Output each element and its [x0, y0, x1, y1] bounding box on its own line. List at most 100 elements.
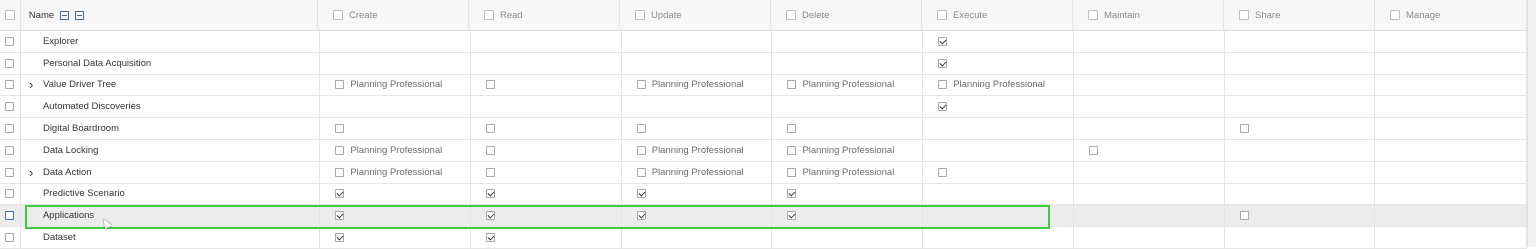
permission-checkbox[interactable]: [335, 211, 345, 221]
permission-cell-execute: [923, 161, 1074, 183]
permission-checkbox[interactable]: [787, 124, 797, 134]
row-select-cell: [0, 161, 21, 183]
permission-label: Planning Professional: [802, 166, 895, 178]
select-all-checkbox[interactable]: [4, 10, 15, 20]
table-row[interactable]: Personal Data Acquisition: [0, 52, 1527, 75]
permission-checkbox[interactable]: [636, 124, 646, 134]
permission-checkbox[interactable]: [636, 211, 646, 221]
collapse-all-icon[interactable]: [75, 10, 85, 20]
permission-checkbox[interactable]: [938, 167, 948, 177]
permission-cell-delete: [772, 183, 924, 205]
permission-cell-read: [471, 52, 622, 74]
row-name-label: Data Locking: [42, 144, 99, 156]
permission-checkbox[interactable]: [486, 124, 496, 134]
table-row[interactable]: Dataset: [0, 227, 1527, 249]
permission-cell-update: [622, 118, 773, 139]
permission-checkbox[interactable]: [486, 80, 496, 90]
permission-cell-execute: [923, 96, 1074, 118]
permission-checkbox[interactable]: [1239, 124, 1249, 134]
permission-checkbox[interactable]: [335, 145, 345, 155]
column-checkbox-update[interactable]: [635, 10, 645, 20]
row-select-checkbox[interactable]: [5, 102, 15, 112]
permission-checkbox[interactable]: [486, 189, 496, 199]
permission-checkbox[interactable]: [1088, 145, 1098, 155]
row-name-cell: › Data Action: [21, 161, 321, 183]
permission-cell-delete: [772, 118, 924, 139]
permission-cell-maintain: [1074, 161, 1225, 183]
table-row[interactable]: Automated Discoveries: [0, 96, 1527, 119]
column-checkbox-execute[interactable]: [937, 10, 947, 20]
permission-checkbox[interactable]: [486, 167, 496, 177]
permission-cell-manage: [1375, 205, 1527, 227]
row-select-checkbox[interactable]: [5, 233, 15, 243]
row-select-checkbox[interactable]: [5, 58, 15, 68]
column-checkbox-share[interactable]: [1239, 10, 1249, 20]
permission-cell-maintain: [1074, 96, 1225, 118]
permission-cell-delete: [772, 96, 924, 118]
row-select-checkbox[interactable]: [5, 211, 15, 221]
table-row[interactable]: › Value Driver Tree Planning Professional P…: [0, 74, 1527, 97]
permission-cell-delete: [772, 52, 924, 74]
permission-cell-execute: [923, 205, 1074, 227]
row-select-checkbox[interactable]: [5, 145, 15, 155]
permission-checkbox[interactable]: [486, 145, 496, 155]
column-checkbox-read[interactable]: [484, 10, 494, 20]
permission-cell-manage: [1375, 74, 1527, 96]
row-select-checkbox[interactable]: [5, 124, 15, 134]
permission-checkbox[interactable]: [938, 36, 948, 46]
permission-checkbox[interactable]: [938, 58, 948, 68]
permission-checkbox[interactable]: [787, 211, 797, 221]
permission-checkbox[interactable]: [938, 102, 948, 112]
column-checkbox-delete[interactable]: [786, 10, 796, 20]
permission-checkbox[interactable]: [486, 211, 496, 221]
permission-cell-delete: [772, 227, 924, 248]
permission-checkbox[interactable]: [636, 189, 646, 199]
row-select-cell: [0, 227, 21, 248]
chevron-right-icon[interactable]: ›: [29, 77, 43, 92]
chevron-right-icon[interactable]: ›: [29, 165, 43, 180]
column-header-delete: Delete: [771, 0, 922, 30]
permission-cell-update: Planning Professional: [622, 74, 773, 96]
permission-checkbox[interactable]: [486, 233, 496, 243]
row-name-cell: Dataset: [21, 227, 321, 248]
table-row[interactable]: Applications: [0, 205, 1527, 228]
row-select-checkbox[interactable]: [5, 167, 15, 177]
permission-cell-share: [1225, 227, 1376, 248]
permission-checkbox[interactable]: [636, 145, 646, 155]
permission-checkbox[interactable]: [787, 167, 797, 177]
permission-checkbox[interactable]: [787, 80, 797, 90]
permission-checkbox[interactable]: [787, 189, 797, 199]
table-row[interactable]: Data Locking Planning Professional Plannin…: [0, 139, 1527, 162]
permission-checkbox[interactable]: [335, 124, 345, 134]
permission-checkbox[interactable]: [636, 167, 646, 177]
row-select-checkbox[interactable]: [5, 36, 15, 46]
permission-cell-create: Planning Professional: [320, 139, 472, 161]
permission-checkbox[interactable]: [787, 145, 797, 155]
column-checkbox-create[interactable]: [333, 10, 343, 20]
table-row[interactable]: Explorer: [0, 31, 1527, 53]
column-header-label: Share: [1255, 9, 1281, 21]
row-select-checkbox[interactable]: [5, 189, 15, 199]
table-row[interactable]: › Data Action Planning Professional Plannin…: [0, 161, 1527, 184]
row-name-label: Digital Boardroom: [42, 123, 119, 135]
table-header-row: Name Create Read Update Delete Execute Mainta…: [0, 0, 1527, 31]
column-checkbox-maintain[interactable]: [1088, 10, 1098, 20]
permission-checkbox[interactable]: [335, 189, 345, 199]
column-checkbox-manage[interactable]: [1390, 10, 1400, 20]
table-row[interactable]: Digital Boardroom: [0, 118, 1527, 140]
column-header-label: Execute: [953, 9, 988, 21]
vertical-scrollbar[interactable]: [1527, 0, 1536, 247]
row-select-checkbox[interactable]: [5, 80, 15, 90]
permission-checkbox[interactable]: [938, 80, 948, 90]
row-name-cell: Applications: [21, 205, 321, 227]
expand-all-icon[interactable]: [60, 10, 70, 20]
permission-checkbox[interactable]: [636, 80, 646, 90]
permission-checkbox[interactable]: [1239, 211, 1249, 221]
table-row[interactable]: Predictive Scenario: [0, 183, 1527, 206]
permission-checkbox[interactable]: [335, 167, 345, 177]
permission-checkbox[interactable]: [335, 80, 345, 90]
permission-checkbox[interactable]: [335, 233, 345, 243]
permission-cell-execute: [923, 52, 1074, 74]
permission-cell-maintain: [1074, 118, 1225, 139]
row-name-label: Data Action: [42, 166, 92, 178]
